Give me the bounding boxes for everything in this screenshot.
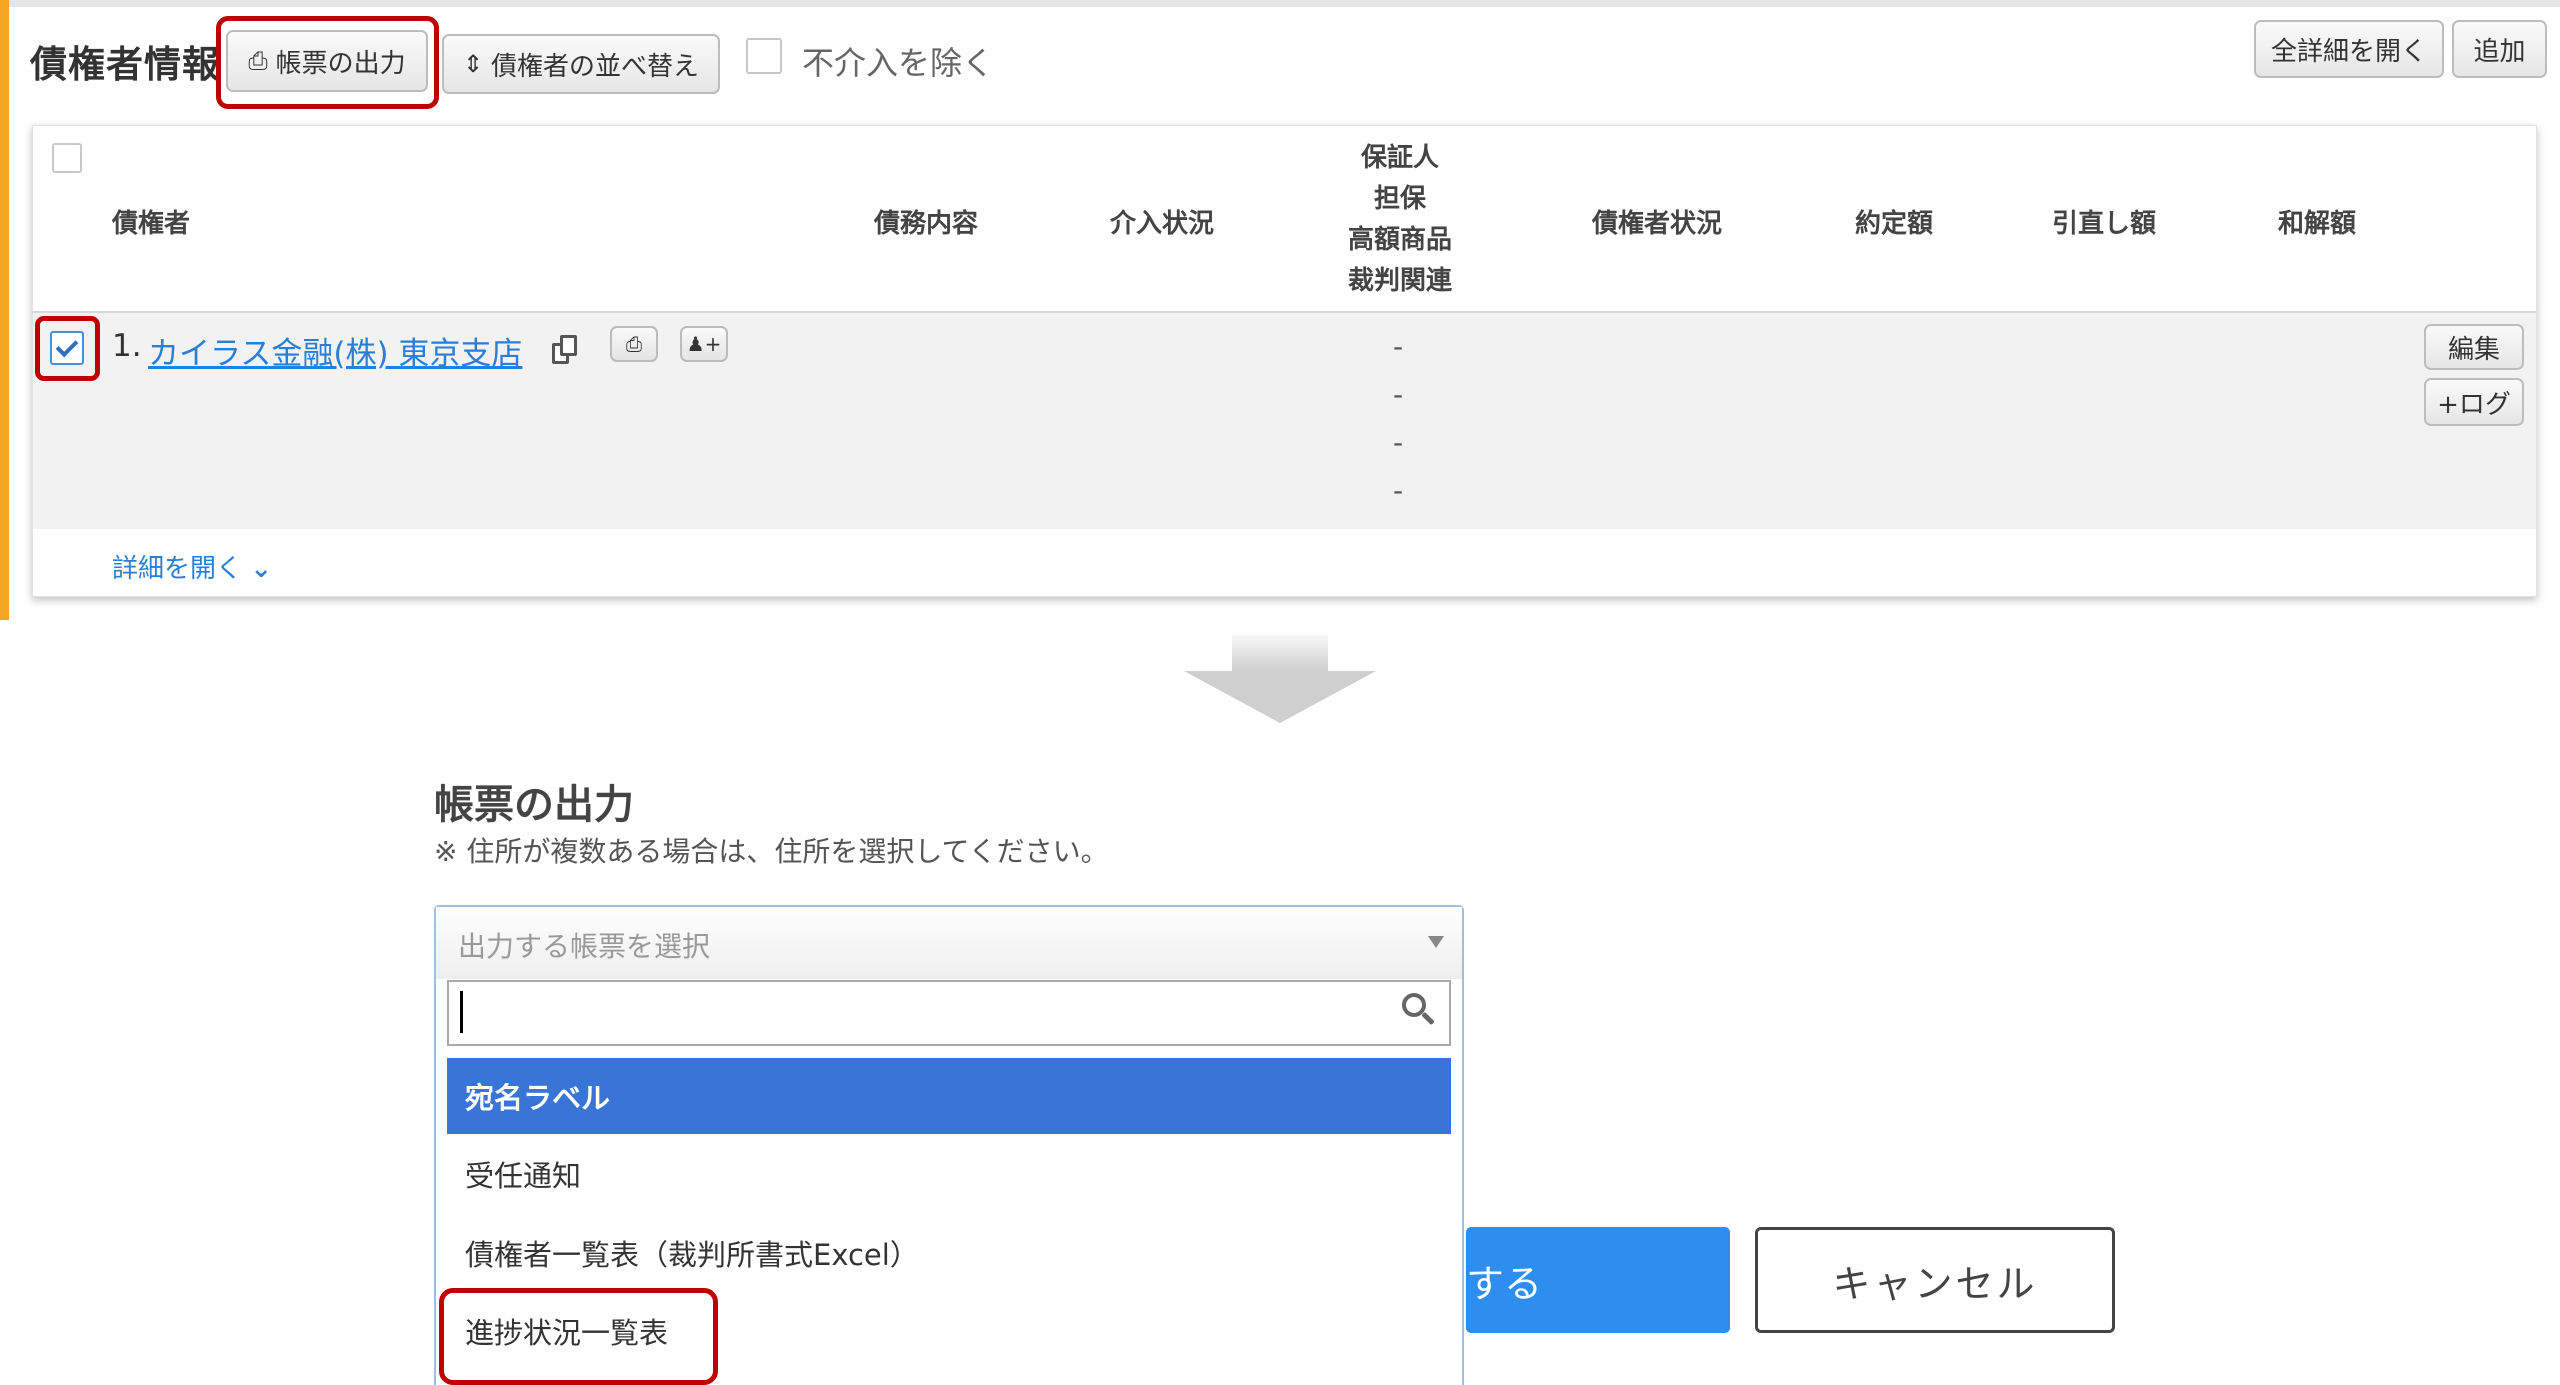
highlight-row-checkbox	[35, 316, 100, 381]
header-guarantee: 保証人 担保 高額商品 裁判関連	[1320, 138, 1480, 302]
row-number: 1.	[112, 328, 142, 364]
row-add-contact-button[interactable]: ♟+	[680, 326, 728, 362]
exclude-non-intervention-checkbox[interactable]	[746, 38, 782, 74]
chevron-down-icon: ⌄	[250, 554, 273, 584]
header-debt: 債務内容	[874, 209, 979, 239]
highlight-progress-option	[439, 1288, 718, 1385]
header-high-value: 高額商品	[1347, 225, 1452, 255]
highlight-print-button	[216, 16, 439, 109]
dropdown-search-input[interactable]	[447, 980, 1451, 1046]
option-creditor-list-excel[interactable]: 債権者一覧表（裁判所書式Excel）	[447, 1215, 1451, 1291]
option-address-label[interactable]: 宛名ラベル	[447, 1058, 1451, 1134]
cancel-button[interactable]: キャンセル	[1755, 1227, 2115, 1333]
collateral-value: -	[1393, 378, 1404, 411]
header-collateral: 担保	[1373, 184, 1426, 214]
header-intervention: 介入状況	[1110, 209, 1215, 239]
caret-down-icon	[1428, 936, 1444, 948]
creditor-name-link[interactable]: カイラス金融(株) 東京支店	[148, 328, 522, 373]
submit-label: する	[1466, 1261, 1543, 1306]
guarantor-value: -	[1393, 330, 1404, 363]
search-icon	[1402, 993, 1438, 1029]
open-all-details-button[interactable]: 全詳細を開く	[2254, 20, 2444, 78]
down-arrow-icon	[1232, 635, 1328, 671]
select-all-checkbox[interactable]	[52, 143, 82, 173]
user-plus-icon: ♟+	[686, 332, 722, 356]
text-cursor	[460, 991, 463, 1033]
open-details-link[interactable]: 詳細を開く ⌄	[112, 548, 272, 585]
screen: 債権者情報 ⎙ 帳票の出力 ⇕ 債権者の並べ替え 不介入を除く 全詳細を開く 追…	[0, 0, 2560, 1385]
add-log-button[interactable]: +ログ	[2424, 378, 2524, 426]
high-value-value: -	[1393, 426, 1404, 459]
option-acceptance-notice[interactable]: 受任通知	[447, 1136, 1451, 1212]
dialog-note: ※ 住所が複数ある場合は、住所を選択してください。	[434, 835, 1109, 868]
section-title: 債権者情報	[30, 43, 220, 86]
row-print-button[interactable]: ⎙	[610, 326, 658, 362]
header-court: 裁判関連	[1347, 266, 1452, 296]
exclude-non-intervention-label: 不介入を除く	[802, 44, 995, 82]
header-settlement-amount: 和解額	[2278, 209, 2357, 239]
edit-button[interactable]: 編集	[2424, 324, 2524, 370]
printer-icon: ⎙	[626, 332, 642, 356]
dialog-title: 帳票の出力	[434, 782, 634, 828]
header-guarantor: 保証人	[1360, 143, 1439, 173]
add-creditor-button[interactable]: 追加	[2452, 20, 2547, 78]
accent-bar	[0, 0, 9, 620]
sort-creditors-label: 債権者の並べ替え	[491, 51, 700, 82]
header-withdrawal-amount: 引直し額	[2052, 209, 2157, 239]
sort-creditors-button[interactable]: ⇕ 債権者の並べ替え	[442, 34, 720, 94]
open-details-label: 詳細を開く	[112, 554, 243, 584]
form-select-placeholder: 出力する帳票を選択	[458, 930, 711, 963]
top-border	[9, 0, 2560, 7]
down-arrow-head	[1184, 671, 1376, 723]
court-value: -	[1393, 474, 1404, 507]
copy-icon[interactable]	[552, 335, 578, 365]
header-creditor-status: 債権者状況	[1592, 209, 1723, 239]
header-creditor: 債権者	[112, 209, 191, 239]
sort-icon: ⇕	[462, 50, 484, 78]
submit-button[interactable]: する	[1466, 1227, 1730, 1333]
header-fixed-amount: 約定額	[1855, 209, 1934, 239]
